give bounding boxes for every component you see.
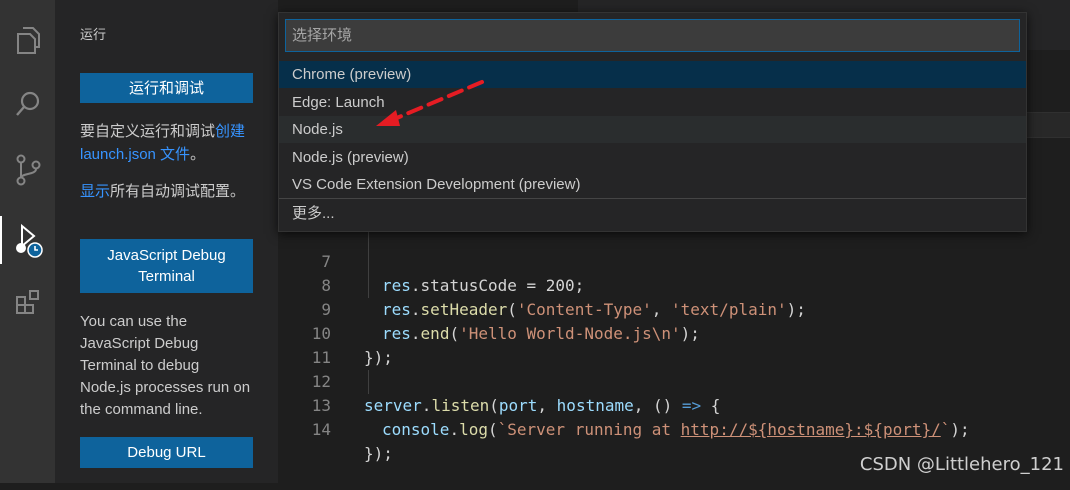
debug-url-button[interactable]: Debug URL <box>80 437 253 468</box>
show-all-configs-link[interactable]: 显示 <box>80 183 110 200</box>
js-debug-description: You can use the JavaScript Debug Termina… <box>80 313 251 418</box>
activity-bar <box>0 0 55 483</box>
watermark: CSDN @Littlehero_121 <box>859 454 1064 475</box>
search-icon[interactable] <box>0 80 55 128</box>
code-line-9[interactable]: 9 res.end('Hello World-Node.js\n'); <box>278 274 1070 343</box>
annotation-arrow-icon <box>376 80 484 126</box>
qp-item-vscode-extension-dev[interactable]: VS Code Extension Development (preview) <box>279 171 1026 198</box>
qp-separator <box>279 198 1026 199</box>
extensions-icon[interactable] <box>0 278 55 326</box>
code-token: . <box>449 420 460 439</box>
code-token: `Server running at <box>497 420 681 439</box>
show-text-suffix: 所有自动调试配置。 <box>110 183 246 200</box>
show-configs-text: 显示所有自动调试配置。 <box>80 180 253 203</box>
code-token: }); <box>364 444 393 463</box>
code-token: ` <box>940 420 951 439</box>
code-line-10[interactable]: 10 }); <box>278 298 1070 367</box>
customize-text-suffix: 。 <box>190 146 206 163</box>
code-line-11[interactable]: 11 <box>278 322 1070 367</box>
line-number: 14 <box>311 420 331 439</box>
customize-text-prefix: 要自定义运行和调试 <box>80 123 216 140</box>
qp-item-nodejs-preview[interactable]: Node.js (preview) <box>279 144 1026 171</box>
code-line-13[interactable]: 13 console.log(`Server running at http:/… <box>278 370 1070 439</box>
qp-item-more[interactable]: 更多... <box>279 200 1026 227</box>
customize-run-text: 要自定义运行和调试创建 launch.json 文件。 <box>80 120 253 166</box>
code-token: console <box>382 420 450 439</box>
environment-search-input[interactable] <box>285 19 1020 52</box>
source-control-icon[interactable] <box>0 146 55 194</box>
code-token: ( <box>487 420 498 439</box>
code-line-8[interactable]: 8 res.setHeader('Content-Type', 'text/pl… <box>278 250 1070 319</box>
run-and-debug-button[interactable]: 运行和调试 <box>80 73 253 103</box>
explorer-icon[interactable] <box>0 16 55 64</box>
javascript-debug-terminal-button[interactable]: JavaScript Debug Terminal <box>80 239 253 293</box>
code-token: ); <box>950 420 970 439</box>
sidebar-title: 运行 <box>80 27 107 42</box>
code-line-14[interactable]: 14 }); <box>278 394 1070 463</box>
run-debug-icon[interactable] <box>0 216 55 264</box>
run-debug-sidebar: 运行 运行和调试 要自定义运行和调试创建 launch.json 文件。 显示所… <box>55 0 278 483</box>
code-token: log <box>459 420 488 439</box>
code-url-link[interactable]: http://${hostname}:${port}/ <box>681 420 941 439</box>
code-line-12[interactable]: 12 server.listen(port, hostname, () => { <box>278 346 1070 415</box>
